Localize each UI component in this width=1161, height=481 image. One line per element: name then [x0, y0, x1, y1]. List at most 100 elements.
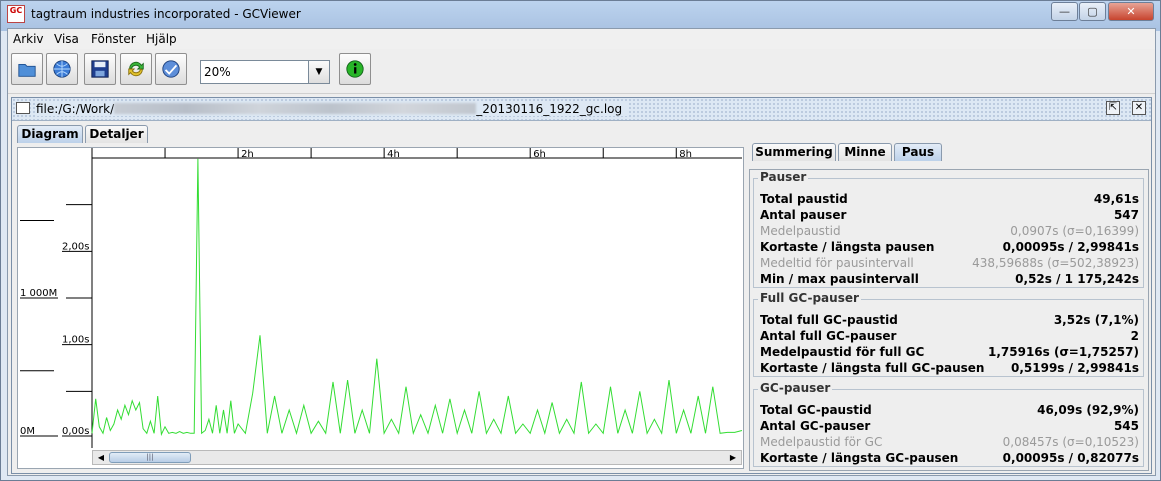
stat-label: Total GC-paustid [760, 403, 872, 417]
save-icon [91, 60, 109, 78]
internal-document-frame: file:/G:/Work/_20130116_1922_gc.log ⇱ ✕ … [11, 97, 1152, 474]
info-icon [346, 60, 364, 78]
document-icon [16, 102, 30, 114]
stat-label: Total paustid [760, 192, 848, 206]
open-url-button[interactable] [46, 53, 78, 85]
stat-value: 0,08457s (σ=0,10523) [1002, 435, 1139, 449]
stat-row: Medelpaustid för GC 0,08457s (σ=0,10523) [760, 435, 1139, 451]
tab-paus[interactable]: Paus [894, 143, 942, 161]
close-frame-button[interactable]: ✕ [1132, 101, 1146, 115]
redacted-path-segment [114, 103, 477, 114]
stat-row: Kortaste / längsta full GC-pausen 0,5199s… [760, 361, 1139, 377]
application-window: GC tagtraum industries incorporated - GC… [0, 0, 1161, 481]
zoom-value: 20% [204, 65, 231, 79]
gc-chart[interactable]: 2h 4h 6h 8h 2,00s 1,00s 0,00s 1 000M 0M ◀ ||| ▶ [17, 147, 744, 469]
scroll-right-icon[interactable]: ▶ [726, 451, 740, 464]
close-button[interactable]: ✕ [1108, 2, 1154, 21]
tab-detaljer[interactable]: Detaljer [85, 125, 148, 143]
chart-horizontal-scrollbar[interactable]: ◀ ||| ▶ [92, 450, 742, 465]
restore-frame-button[interactable]: ⇱ [1106, 101, 1120, 115]
document-title-bar[interactable]: file:/G:/Work/ _20130116_1922_gc.log ⇱ ✕ [12, 98, 1151, 121]
stat-value: 49,61s [1093, 192, 1139, 206]
group-title: Pauser [758, 170, 809, 184]
stat-row: Antal GC-pauser 545 [760, 419, 1139, 435]
info-button[interactable] [339, 53, 371, 85]
stat-row: Total GC-paustid 46,09s (92,9%) [760, 403, 1139, 419]
path-suffix: _20130116_1922_gc.log [476, 102, 623, 116]
stat-value: 0,00095s / 0,82077s [1002, 451, 1139, 465]
stat-label: Kortaste / längsta full GC-pausen [760, 361, 985, 375]
stat-value: 0,5199s / 2,99841s [1011, 361, 1139, 375]
x-tick-label: 6h [533, 149, 546, 160]
watch-icon [162, 60, 180, 78]
stat-row: Total paustid 49,61s [760, 192, 1139, 208]
stat-label: Kortaste / längsta pausen [760, 240, 935, 254]
stat-value: 1,75916s (σ=1,75257) [987, 345, 1139, 359]
scroll-left-icon[interactable]: ◀ [94, 451, 108, 464]
app-icon: GC [7, 5, 25, 23]
menu-visa[interactable]: Visa [54, 32, 79, 46]
open-file-icon [18, 64, 36, 77]
stat-value: 46,09s (92,9%) [1037, 403, 1139, 417]
stat-label: Antal full GC-pauser [760, 329, 897, 343]
title-bar[interactable]: GC tagtraum industries incorporated - GC… [1, 1, 1160, 27]
chevron-down-icon[interactable]: ▼ [308, 61, 329, 83]
refresh-icon [128, 61, 144, 77]
save-button[interactable] [84, 53, 116, 85]
path-prefix: file:/G:/Work/ [36, 102, 115, 116]
stat-value: 3,52s (7,1%) [1053, 313, 1139, 327]
group-title: GC-pauser [758, 381, 833, 395]
stat-label: Medeltid för pausintervall [760, 256, 914, 270]
stat-row: Antal full GC-pauser 2 [760, 329, 1139, 345]
menu-fonster[interactable]: Fönster [91, 32, 136, 46]
y-right-tick-label: 1,00s [62, 335, 89, 346]
y-right-tick-label: 2,00s [62, 241, 89, 252]
stat-value: 438,59688s (σ=502,38923) [972, 256, 1139, 270]
menu-arkiv[interactable]: Arkiv [13, 32, 44, 46]
minimize-button[interactable]: — [1051, 2, 1078, 21]
stat-row: Total full GC-paustid 3,52s (7,1%) [760, 313, 1139, 329]
refresh-button[interactable] [120, 53, 152, 85]
maximize-button[interactable]: ▢ [1079, 2, 1106, 21]
app-icon-text: GC [9, 6, 23, 15]
y-left-tick-label: 0M [20, 426, 35, 437]
stat-value: 547 [1113, 208, 1139, 222]
client-area: Arkiv Visa Fönster Hjälp 20% ▼ file:/G:/… [7, 28, 1156, 476]
menu-bar: Arkiv Visa Fönster Hjälp [8, 29, 1155, 49]
stat-row: Kortaste / längsta pausen 0,00095s / 2,99… [760, 240, 1139, 256]
stat-value: 2 [1130, 329, 1139, 343]
stat-label: Medelpaustid [760, 224, 841, 238]
window-title: tagtraum industries incorporated - GCVie… [31, 7, 301, 21]
document-path: file:/G:/Work/ _20130116_1922_gc.log [36, 102, 629, 116]
stat-row: Kortaste / längsta GC-pausen 0,00095s / 0… [760, 451, 1139, 467]
pause-stats-panel: Pauser Total paustid 49,61s Antal pauser 5… [749, 169, 1149, 471]
group-gc-pauser: GC-pauser Total GC-paustid 46,09s (92,9%)… [753, 381, 1144, 467]
x-tick-label: 2h [241, 149, 254, 160]
zoom-combobox[interactable]: 20% ▼ [200, 60, 330, 84]
group-full-gc-pauser: Full GC-pauser Total full GC-paustid 3,52… [753, 291, 1144, 377]
tab-diagram[interactable]: Diagram [17, 125, 83, 143]
pause-series-line [91, 158, 743, 437]
stat-value: 0,00095s / 2,99841s [1002, 240, 1139, 254]
stat-label: Medelpaustid för full GC [760, 345, 925, 359]
y-right-tick-label: 0,00s [62, 426, 89, 437]
stat-value: 545 [1113, 419, 1139, 433]
x-tick-label: 4h [387, 149, 400, 160]
menu-hjalp[interactable]: Hjälp [146, 32, 177, 46]
toolbar: 20% ▼ [8, 49, 1155, 94]
stat-label: Kortaste / längsta GC-pausen [760, 451, 959, 465]
scroll-thumb[interactable]: ||| [109, 452, 191, 463]
stat-label: Antal pauser [760, 208, 847, 222]
group-pauser: Pauser Total paustid 49,61s Antal pauser 5… [753, 170, 1144, 288]
stat-label: Antal GC-pauser [760, 419, 871, 433]
x-tick-label: 8h [679, 149, 692, 160]
open-url-icon [53, 60, 71, 78]
tab-minne[interactable]: Minne [838, 143, 892, 161]
y-left-tick-label: 1 000M [20, 288, 57, 299]
stat-row: Min / max pausintervall 0,52s / 1 175,242… [760, 272, 1139, 288]
stat-value: 0,0907s (σ=0,16399) [1010, 224, 1139, 238]
tab-summering[interactable]: Summering [752, 143, 836, 161]
watch-button[interactable] [155, 53, 187, 85]
stat-label: Total full GC-paustid [760, 313, 898, 327]
open-file-button[interactable] [11, 53, 43, 85]
